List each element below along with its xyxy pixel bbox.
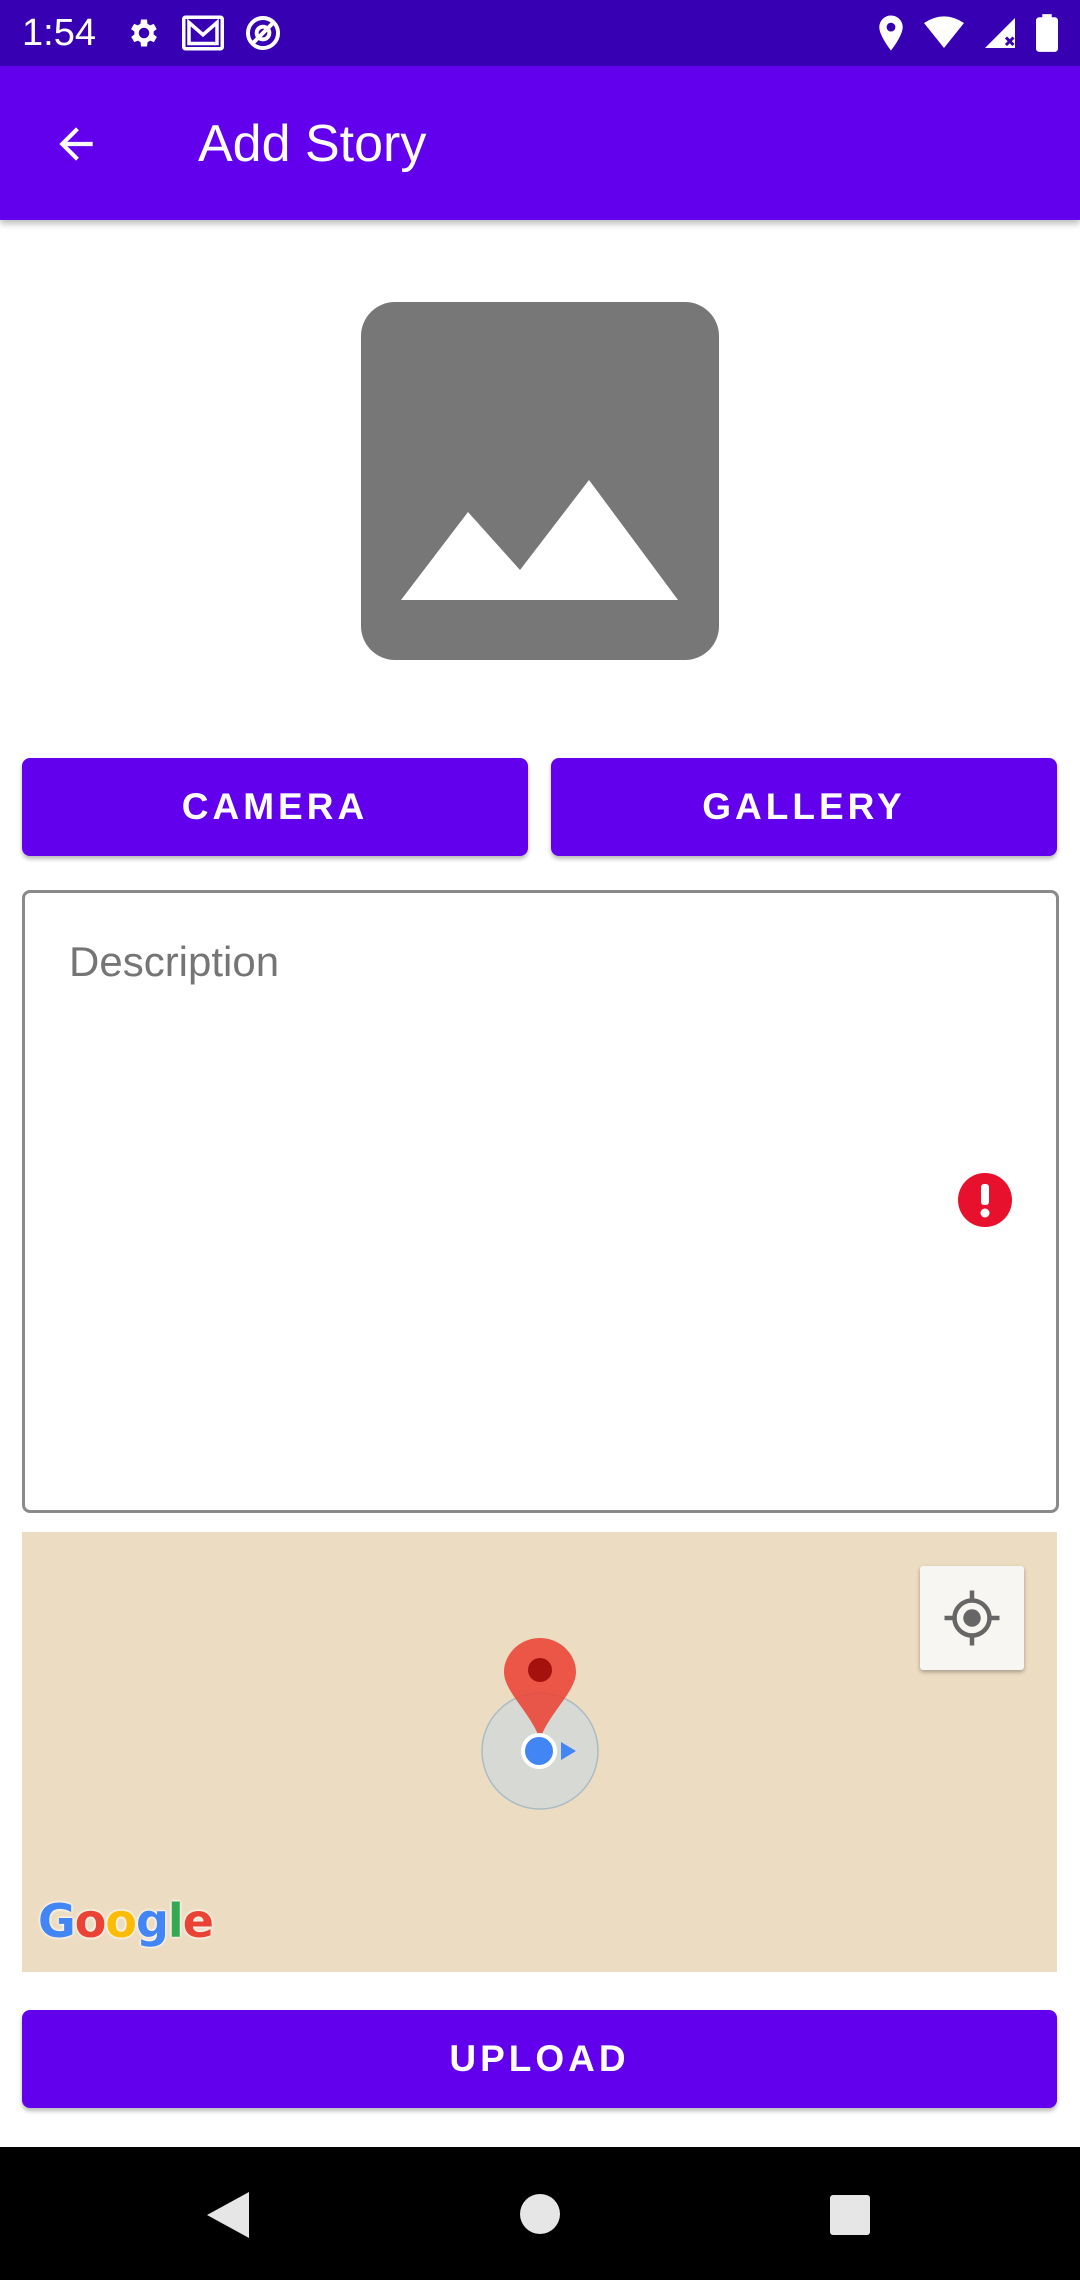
gmail-icon [182, 15, 224, 51]
description-field[interactable] [22, 890, 1059, 1513]
status-icons-left [126, 12, 282, 54]
signal-icon [985, 18, 1015, 48]
my-location-icon [944, 1590, 1000, 1646]
nav-recents-icon[interactable] [829, 2194, 871, 2236]
page-title: Add Story [198, 115, 427, 173]
error-icon [958, 1173, 1012, 1227]
wifi-icon [924, 16, 964, 48]
battery-icon [1036, 14, 1058, 52]
arrow-back-icon [59, 127, 93, 161]
image-preview [361, 302, 719, 660]
app-toolbar [0, 66, 1080, 220]
google-logo: Google [38, 1894, 214, 1948]
settings-icon [131, 19, 157, 47]
status-icons-right [876, 12, 1058, 54]
my-location-button[interactable] [920, 1566, 1024, 1670]
gallery-button[interactable]: GALLERY [551, 758, 1057, 856]
status-time: 1:54 [22, 12, 96, 54]
back-button[interactable] [40, 112, 112, 176]
camera-button[interactable]: CAMERA [22, 758, 528, 856]
blue-dot-icon [521, 1733, 557, 1769]
map-marker[interactable] [480, 1630, 600, 1815]
nav-back-icon[interactable] [205, 2190, 251, 2240]
image-placeholder-icon [401, 480, 678, 600]
nav-home-icon[interactable] [519, 2193, 561, 2235]
upload-button[interactable]: UPLOAD [22, 2010, 1057, 2108]
location-icon [879, 15, 903, 51]
description-input[interactable] [67, 921, 971, 1003]
at-sign-icon [245, 15, 281, 51]
